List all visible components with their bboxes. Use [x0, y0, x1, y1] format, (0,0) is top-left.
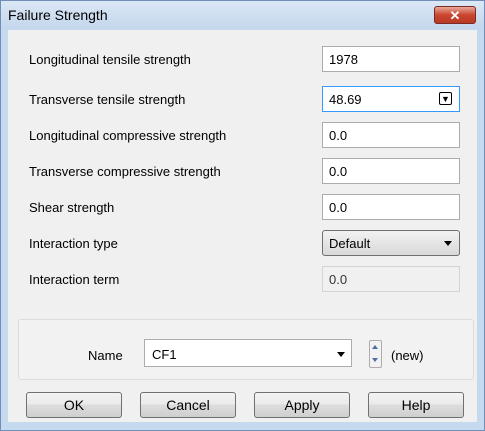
- name-dropdown-icon[interactable]: [337, 352, 345, 357]
- chevron-down-icon: [444, 241, 452, 246]
- longitudinal-tensile-label: Longitudinal tensile strength: [29, 52, 191, 67]
- interaction-term-input: 0.0: [322, 266, 460, 292]
- longitudinal-compressive-input[interactable]: 0.0: [322, 122, 460, 148]
- shear-strength-input[interactable]: 0.0: [322, 194, 460, 220]
- spin-down-icon[interactable]: [370, 354, 381, 367]
- transverse-compressive-input[interactable]: 0.0: [322, 158, 460, 184]
- interaction-type-value: Default: [329, 236, 371, 251]
- close-button[interactable]: ✕: [434, 6, 476, 24]
- cancel-button[interactable]: Cancel: [140, 392, 236, 418]
- title-bar: Failure Strength ✕: [1, 1, 484, 29]
- spin-up-icon[interactable]: [370, 341, 381, 354]
- interaction-term-row: Interaction term 0.0: [8, 264, 477, 294]
- close-icon: ✕: [449, 8, 461, 23]
- failure-strength-dialog: Failure Strength ✕ Longitudinal tensile …: [0, 0, 485, 431]
- dialog-title: Failure Strength: [8, 7, 108, 23]
- shear-strength-row: Shear strength 0.0: [8, 192, 477, 222]
- name-value: CF1: [152, 347, 177, 362]
- name-spinner[interactable]: [369, 340, 382, 368]
- apply-button[interactable]: Apply: [254, 392, 350, 418]
- transverse-tensile-input[interactable]: 48.69 ▼: [322, 86, 460, 112]
- name-group: Name CF1 (new): [18, 319, 474, 380]
- interaction-term-label: Interaction term: [29, 272, 120, 287]
- name-combobox[interactable]: CF1: [144, 339, 352, 367]
- shear-strength-label: Shear strength: [29, 200, 115, 215]
- help-button[interactable]: Help: [368, 392, 464, 418]
- transverse-tensile-row: Transverse tensile strength 48.69 ▼: [8, 84, 477, 114]
- dialog-body: Longitudinal tensile strength 1978 Trans…: [8, 30, 477, 422]
- longitudinal-tensile-input[interactable]: 1978: [322, 46, 460, 72]
- transverse-compressive-label: Transverse compressive strength: [29, 164, 221, 179]
- longitudinal-tensile-row: Longitudinal tensile strength 1978: [8, 44, 477, 74]
- longitudinal-compressive-label: Longitudinal compressive strength: [29, 128, 227, 143]
- interaction-type-select[interactable]: Default: [322, 230, 460, 256]
- interaction-type-row: Interaction type Default: [8, 228, 477, 258]
- transverse-tensile-label: Transverse tensile strength: [29, 92, 186, 107]
- interaction-type-label: Interaction type: [29, 236, 118, 251]
- name-label: Name: [88, 348, 123, 363]
- name-status: (new): [391, 348, 424, 363]
- transverse-tensile-value: 48.69: [329, 92, 362, 107]
- field-picker-icon[interactable]: ▼: [439, 92, 452, 105]
- transverse-compressive-row: Transverse compressive strength 0.0: [8, 156, 477, 186]
- ok-button[interactable]: OK: [26, 392, 122, 418]
- longitudinal-compressive-row: Longitudinal compressive strength 0.0: [8, 120, 477, 150]
